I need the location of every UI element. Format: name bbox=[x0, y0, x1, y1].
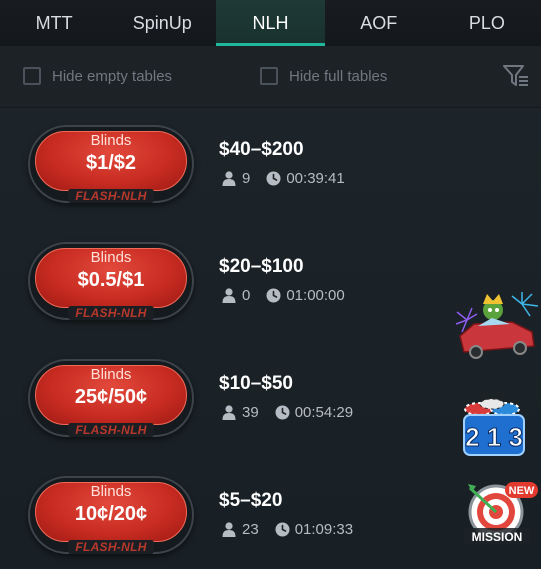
table-row[interactable]: Blinds $1/$2 FLASH-NLH $40–$200 9 00:39:… bbox=[0, 108, 541, 218]
stakes-value: $1/$2 bbox=[85, 152, 137, 174]
filter-icon[interactable] bbox=[503, 64, 529, 88]
player-icon bbox=[222, 405, 236, 420]
filter-bar: Hide empty tables Hide full tables bbox=[0, 46, 541, 108]
clock-icon bbox=[266, 288, 281, 303]
player-icon bbox=[222, 288, 236, 303]
hide-empty-tables-label: Hide empty tables bbox=[52, 67, 173, 85]
blinds-label: Blinds bbox=[90, 132, 132, 149]
table-meta: 9 00:39:41 bbox=[222, 170, 345, 187]
stakes-value: $0.5/$1 bbox=[77, 269, 145, 291]
table-meta: 39 00:54:29 bbox=[222, 404, 353, 421]
player-icon bbox=[222, 171, 236, 186]
car-promo-icon[interactable] bbox=[452, 290, 541, 362]
table-timer: 01:00:00 bbox=[286, 287, 345, 304]
blinds-badge: Blinds 10¢/20¢ FLASH-NLH bbox=[28, 476, 194, 554]
stakes-value: 25¢/50¢ bbox=[74, 386, 148, 408]
clock-icon bbox=[275, 522, 290, 537]
blinds-badge: Blinds $1/$2 FLASH-NLH bbox=[28, 125, 194, 203]
table-timer: 00:54:29 bbox=[294, 404, 354, 421]
player-count: 9 bbox=[242, 170, 251, 187]
mission-label: MISSION bbox=[472, 530, 523, 544]
spin-promo-icon[interactable]: 2 1 3 bbox=[461, 397, 527, 459]
checkbox-box[interactable] bbox=[260, 67, 278, 85]
player-count: 0 bbox=[242, 287, 251, 304]
stakes-value: 10¢/20¢ bbox=[74, 503, 148, 525]
game-variant-label: FLASH-NLH bbox=[68, 306, 154, 320]
tab-aof[interactable]: AOF bbox=[325, 0, 433, 46]
buyin-range: $20–$100 bbox=[219, 256, 304, 277]
player-count: 39 bbox=[242, 404, 259, 421]
table-meta: 0 01:00:00 bbox=[222, 287, 345, 304]
game-variant-label: FLASH-NLH bbox=[68, 423, 154, 437]
blinds-label: Blinds bbox=[90, 366, 132, 383]
spin-numbers: 2 1 3 bbox=[465, 422, 523, 452]
table-meta: 23 01:09:33 bbox=[222, 521, 353, 538]
tab-nlh[interactable]: NLH bbox=[216, 0, 325, 46]
table-timer: 00:39:41 bbox=[286, 170, 345, 187]
player-icon bbox=[222, 522, 236, 537]
buyin-range: $10–$50 bbox=[219, 373, 293, 394]
blinds-badge: Blinds $0.5/$1 FLASH-NLH bbox=[28, 242, 194, 320]
clock-icon bbox=[275, 405, 290, 420]
hide-full-tables-checkbox[interactable]: Hide full tables bbox=[260, 67, 387, 85]
new-badge: NEW bbox=[509, 485, 535, 497]
tab-mtt[interactable]: MTT bbox=[0, 0, 108, 46]
mission-promo-icon[interactable]: NEW MISSION bbox=[460, 480, 541, 550]
buyin-range: $40–$200 bbox=[219, 139, 304, 160]
player-count: 23 bbox=[242, 521, 259, 538]
blinds-label: Blinds bbox=[90, 249, 132, 266]
checkbox-box[interactable] bbox=[23, 67, 41, 85]
buyin-range: $5–$20 bbox=[219, 490, 283, 511]
game-variant-label: FLASH-NLH bbox=[68, 189, 154, 203]
hide-full-tables-label: Hide full tables bbox=[289, 67, 388, 85]
tab-spinup[interactable]: SpinUp bbox=[108, 0, 216, 46]
blinds-label: Blinds bbox=[90, 483, 132, 500]
blinds-badge: Blinds 25¢/50¢ FLASH-NLH bbox=[28, 359, 194, 437]
table-timer: 01:09:33 bbox=[294, 521, 354, 538]
clock-icon bbox=[266, 171, 281, 186]
game-type-tabs: MTT SpinUp NLH AOF PLO bbox=[0, 0, 541, 46]
hide-empty-tables-checkbox[interactable]: Hide empty tables bbox=[23, 67, 172, 85]
tab-plo[interactable]: PLO bbox=[433, 0, 541, 46]
game-variant-label: FLASH-NLH bbox=[68, 540, 154, 554]
